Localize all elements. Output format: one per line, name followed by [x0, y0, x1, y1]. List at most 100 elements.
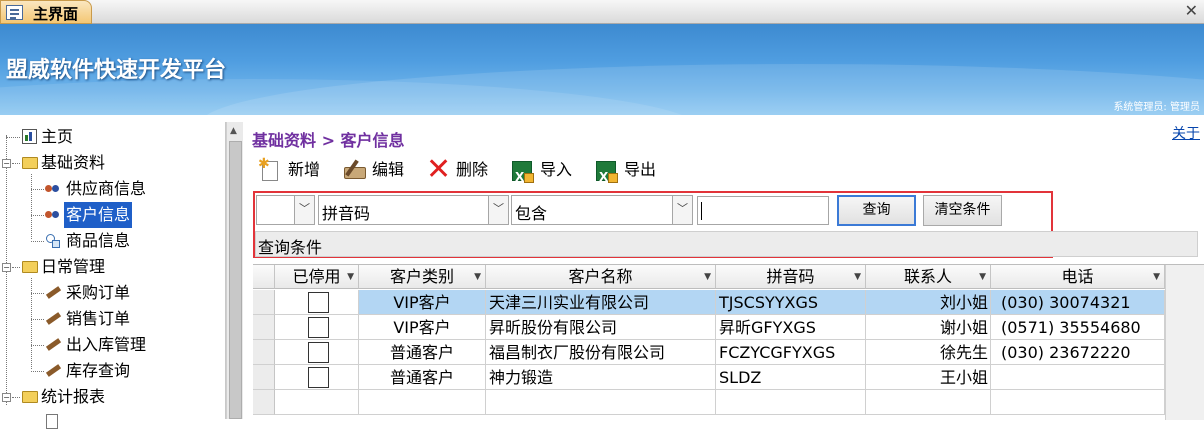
tree-item-purchase-orders[interactable]: 采购订单 — [0, 280, 226, 306]
tree-item-daily[interactable]: − 日常管理 — [0, 254, 226, 280]
phone-cell — [991, 365, 1165, 390]
tree-item-label: 库存查询 — [66, 361, 131, 380]
tree-item-products[interactable]: 商品信息 — [0, 228, 226, 254]
pen-icon — [45, 312, 62, 326]
contact-cell: 王小姐 — [866, 365, 991, 390]
logic-combo[interactable]: ﹀ — [256, 195, 315, 225]
delete-button[interactable]: ✕ 删除 — [426, 152, 494, 187]
delete-label: 删除 — [456, 160, 489, 179]
tree-item-label: 统计报表 — [41, 387, 106, 406]
tree-item-label: 供应商信息 — [66, 179, 147, 198]
contact-cell: 刘小姐 — [866, 290, 991, 315]
category-cell: VIP客户 — [359, 290, 486, 315]
disabled-cell — [275, 290, 359, 315]
tab-main-label: 主界面 — [33, 5, 79, 23]
people-icon — [45, 182, 61, 196]
category-cell: VIP客户 — [359, 315, 486, 340]
clear-conditions-button[interactable]: 清空条件 — [923, 195, 1002, 226]
tree-item-basic-data[interactable]: − 基础资料 — [0, 150, 226, 176]
name-cell: 神力锻造 — [486, 365, 716, 390]
tree-item-customers[interactable]: 客户信息 — [0, 202, 226, 228]
query-button[interactable]: 查询 — [837, 195, 916, 226]
tab-bar: 主界面 ✕ — [0, 0, 1204, 24]
about-link[interactable]: 关于 — [1172, 123, 1200, 143]
close-icon[interactable]: ✕ — [1185, 1, 1198, 20]
search-value-input[interactable] — [697, 196, 829, 225]
tree-item-label: 出入库管理 — [66, 335, 147, 354]
pinyin-cell: TJSCSYYXGS — [716, 290, 866, 315]
folder-icon — [22, 391, 38, 403]
scroll-up-icon[interactable]: ▲ — [230, 126, 237, 136]
col-header-name[interactable]: 客户名称 ▼ — [486, 265, 716, 289]
disabled-checkbox[interactable] — [308, 317, 329, 338]
chevron-down-icon[interactable]: ﹀ — [294, 196, 314, 224]
grid-scrollbar[interactable] — [1165, 265, 1204, 420]
tree-item-suppliers[interactable]: 供应商信息 — [0, 176, 226, 202]
col-header-pinyin[interactable]: 拼音码 ▼ — [716, 265, 866, 289]
tree-item-home[interactable]: 主页 — [0, 124, 226, 150]
disabled-checkbox[interactable] — [308, 367, 329, 388]
row-selector-header — [253, 265, 275, 289]
col-header-contact[interactable]: 联系人 ▼ — [866, 265, 991, 289]
table-row[interactable]: 普通客户 福昌制衣厂股份有限公司 FCZYCGFYXGS 徐先生 (030) 2… — [253, 340, 1165, 365]
tree-item-reports[interactable]: − 统计报表 — [0, 384, 226, 410]
chevron-down-icon[interactable]: ﹀ — [672, 196, 692, 224]
pinyin-cell: SLDZ — [716, 365, 866, 390]
name-cell: 福昌制衣厂股份有限公司 — [486, 340, 716, 365]
operator-combo[interactable]: 包含 ﹀ — [511, 195, 693, 225]
table-row[interactable]: VIP客户 天津三川实业有限公司 TJSCSYYXGS 刘小姐 (030) 30… — [253, 290, 1165, 315]
tree-item-label: 采购订单 — [66, 283, 131, 302]
pinyin-cell: 昇昕GFYXGS — [716, 315, 866, 340]
pen-icon — [45, 338, 62, 352]
pen-icon — [45, 286, 62, 300]
pen-icon — [45, 364, 62, 378]
app-title: 盟威软件快速开发平台 — [6, 58, 227, 83]
document-icon — [46, 414, 58, 429]
new-button[interactable]: ✱ 新增 — [258, 156, 326, 184]
tab-main[interactable]: 主界面 — [0, 0, 92, 24]
chevron-down-icon[interactable]: ﹀ — [488, 196, 508, 224]
table-row[interactable]: VIP客户 昇昕股份有限公司 昇昕GFYXGS 谢小姐 (0571) 35554… — [253, 315, 1165, 340]
tree-item-label: 商品信息 — [66, 231, 131, 250]
export-button[interactable]: X 导出 — [594, 156, 662, 184]
collapse-icon[interactable]: − — [2, 263, 11, 272]
import-button[interactable]: X 导入 — [510, 156, 578, 184]
tree-item-sales-orders[interactable]: 销售订单 — [0, 306, 226, 332]
new-record-row[interactable] — [253, 390, 1165, 415]
disabled-cell — [275, 315, 359, 340]
nav-tree: 主页 − 基础资料 供应商信息 客户信息 商品信息 − 日常管理 采购订单 销售… — [0, 122, 226, 429]
edit-icon — [342, 159, 368, 183]
edit-label: 编辑 — [372, 160, 405, 179]
customer-grid: 已停用 ▼ 客户类别 ▼ 客户名称 ▼ 拼音码 ▼ 联系人 ▼ 电话 ▼ VIP客户 天津三… — [253, 264, 1204, 420]
query-condition-bar: 查询条件 — [255, 231, 1198, 257]
field-combo-value: 拼音码 — [322, 204, 371, 223]
col-header-phone[interactable]: 电话 ▼ — [991, 265, 1165, 289]
disabled-checkbox[interactable] — [308, 292, 329, 313]
table-row[interactable]: 普通客户 神力锻造 SLDZ 王小姐 — [253, 365, 1165, 390]
scroll-thumb[interactable] — [229, 141, 242, 419]
col-header-disabled[interactable]: 已停用 ▼ — [275, 265, 359, 289]
tree-item-label: 客户信息 — [64, 202, 133, 228]
tree-item-warehouse[interactable]: 出入库管理 — [0, 332, 226, 358]
tree-item-label: 基础资料 — [41, 153, 106, 172]
collapse-icon[interactable]: − — [2, 159, 11, 168]
category-cell: 普通客户 — [359, 340, 486, 365]
collapse-icon[interactable]: − — [2, 393, 11, 402]
disabled-checkbox[interactable] — [308, 342, 329, 363]
edit-button[interactable]: 编辑 — [342, 156, 410, 184]
contact-cell: 徐先生 — [866, 340, 991, 365]
delete-icon: ✕ — [426, 152, 452, 187]
field-combo[interactable]: 拼音码 ﹀ — [318, 195, 509, 225]
phone-cell: (030) 23672220 — [991, 340, 1165, 365]
col-header-category[interactable]: 客户类别 ▼ — [359, 265, 486, 289]
tree-item-inventory[interactable]: 库存查询 — [0, 358, 226, 384]
breadcrumb: 基础资料 > 客户信息 — [252, 131, 405, 150]
query-condition-text: 查询条件 — [258, 238, 323, 257]
item-icon — [46, 234, 60, 248]
header-banner: 盟威软件快速开发平台 系统管理员: 管理员 — [0, 24, 1204, 115]
tree-item-label: 主页 — [41, 127, 74, 146]
phone-cell: (0571) 35554680 — [991, 315, 1165, 340]
user-info: 系统管理员: 管理员 — [1113, 102, 1200, 113]
tree-item-label: 销售订单 — [66, 309, 131, 328]
tree-scrollbar[interactable]: ▲ — [226, 122, 243, 419]
